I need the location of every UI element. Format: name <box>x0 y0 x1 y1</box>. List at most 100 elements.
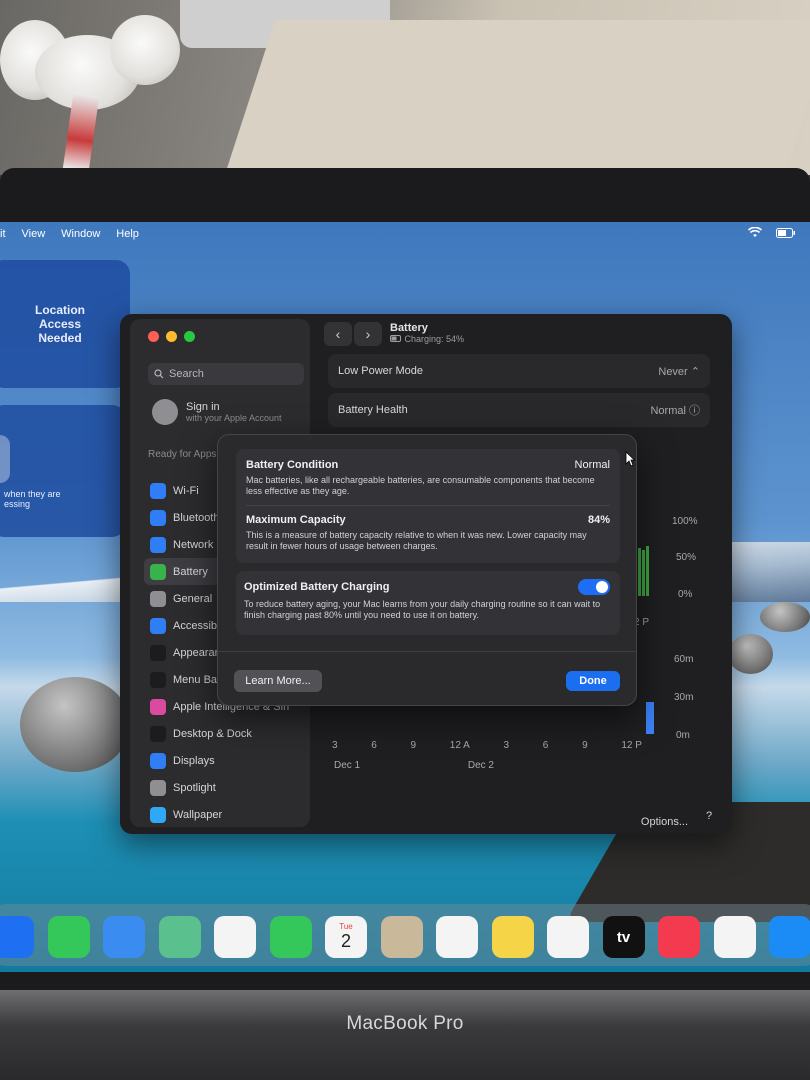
sidebar-item-icon <box>150 752 166 769</box>
widget[interactable]: when they are essing <box>0 405 126 537</box>
sidebar-item-desktop-dock[interactable]: Desktop & Dock <box>144 720 304 747</box>
photos-icon[interactable] <box>214 916 256 958</box>
freeform-icon[interactable] <box>547 916 589 958</box>
facetime-icon[interactable] <box>269 916 312 958</box>
safari-icon[interactable] <box>0 916 34 958</box>
news-icon[interactable] <box>713 916 756 958</box>
usage-y-tick: 60m <box>674 654 694 665</box>
maximum-capacity-title: Maximum Capacity <box>246 514 346 526</box>
wallpaper-rock <box>20 677 130 772</box>
x-tick: 12 P <box>621 740 642 751</box>
battery-condition-title: Battery Condition <box>246 459 339 471</box>
x-tick: 9 <box>410 740 417 751</box>
x-tick: 6 <box>542 740 549 751</box>
sidebar-item-label: Wi-Fi <box>173 484 199 497</box>
battery-health-label: Battery Health <box>338 404 408 416</box>
calendar-icon[interactable]: Tue 2 <box>325 916 367 958</box>
calendar-day: Tue <box>339 922 353 931</box>
battery-health-value: Normal ⓘ <box>650 405 700 417</box>
widget-toggle <box>0 435 10 483</box>
battery-health-row[interactable]: Battery Health Normal ⓘ <box>328 393 710 427</box>
search-icon <box>154 369 164 379</box>
reminders-icon[interactable] <box>436 916 478 958</box>
tv-icon[interactable]: tv <box>602 916 645 958</box>
usage-y-tick: 30m <box>674 692 694 703</box>
done-button[interactable]: Done <box>566 671 620 691</box>
help-button[interactable]: ? <box>700 810 718 828</box>
date-label: Dec 1 <box>334 760 361 771</box>
search-input[interactable]: Search <box>148 363 304 385</box>
back-button[interactable]: ‹ <box>324 322 352 346</box>
zoom-button[interactable] <box>184 331 195 342</box>
sidebar-item-icon <box>150 482 166 499</box>
battery-y-tick: 100% <box>672 516 698 527</box>
sidebar-item-icon <box>150 563 166 580</box>
contacts-icon[interactable] <box>380 916 423 958</box>
screen: it View Window Help Location Access Need… <box>0 222 810 972</box>
sidebar-item-icon <box>150 725 166 742</box>
x-axis-dates: Dec 1 Dec 2 <box>334 760 494 771</box>
battery-info-card: Battery Condition Normal Mac batteries, … <box>236 449 620 563</box>
notes-icon[interactable] <box>491 916 534 958</box>
menu-edit[interactable]: it <box>0 228 6 240</box>
pane-title-text: Battery <box>390 322 428 334</box>
sidebar-item-label: Desktop & Dock <box>173 727 252 740</box>
sidebar-item-label: General <box>173 592 213 605</box>
usage-y-tick: 0m <box>676 730 690 741</box>
wallpaper-rock <box>760 602 810 632</box>
sidebar-item-label: Displays <box>173 754 215 767</box>
learn-more-button[interactable]: Learn More... <box>234 670 322 692</box>
sidebar-item-displays[interactable]: Displays <box>144 747 304 774</box>
cup <box>110 15 180 85</box>
account-row[interactable]: Sign in with your Apple Account <box>152 399 282 425</box>
low-power-mode-row[interactable]: Low Power Mode Never ⌃ <box>328 354 710 388</box>
battery-condition-section: Battery Condition Normal Mac batteries, … <box>236 449 620 497</box>
options-button[interactable]: Options... <box>641 816 688 828</box>
music-icon[interactable] <box>658 916 700 958</box>
battery-condition-desc: Mac batteries, like all rechargeable bat… <box>246 475 595 496</box>
sidebar-item-label: Spotlight <box>173 781 216 794</box>
x-tick: 3 <box>332 740 338 751</box>
optimized-charging-title: Optimized Battery Charging <box>244 581 390 593</box>
sidebar-item-label: Battery <box>173 565 208 578</box>
menu-window[interactable]: Window <box>61 228 100 240</box>
messages-icon[interactable] <box>47 916 90 958</box>
avatar <box>152 399 178 425</box>
wifi-icon[interactable] <box>748 227 762 238</box>
menu-help[interactable]: Help <box>116 228 139 240</box>
x-tick: 6 <box>371 740 377 751</box>
sidebar-item-icon <box>150 779 166 796</box>
sidebar-item-wallpaper[interactable]: Wallpaper <box>144 801 304 828</box>
x-tick: 12 A <box>449 740 470 751</box>
widget-text: when they are essing <box>4 489 61 509</box>
optimized-charging-toggle[interactable] <box>578 579 610 595</box>
sidebar-item-icon <box>150 806 166 823</box>
maximum-capacity-value: 84% <box>587 514 610 526</box>
divider <box>218 651 636 652</box>
mail-icon[interactable] <box>103 916 145 958</box>
appstore-icon[interactable] <box>769 916 810 958</box>
minimize-button[interactable] <box>166 331 177 342</box>
battery-level-bar <box>638 548 641 596</box>
menu-bar: it View Window Help <box>0 222 810 246</box>
sidebar-item-icon <box>150 698 166 715</box>
sidebar-item-icon <box>150 617 166 634</box>
close-button[interactable] <box>148 331 159 342</box>
battery-icon[interactable] <box>776 227 796 238</box>
location-widget[interactable]: Location Access Needed <box>0 260 130 388</box>
sidebar-item-spotlight[interactable]: Spotlight <box>144 774 304 801</box>
pane-title: Battery Charging: 54% <box>390 322 464 344</box>
low-power-mode-select[interactable]: Never ⌃ <box>658 365 700 378</box>
maps-icon[interactable] <box>158 916 201 958</box>
low-power-mode-label: Low Power Mode <box>338 365 423 377</box>
sidebar-item-icon <box>150 671 166 688</box>
usage-bar <box>646 702 654 734</box>
forward-button[interactable]: › <box>354 322 382 346</box>
tv-label: tv <box>616 928 631 946</box>
date-label: Dec 2 <box>467 760 494 771</box>
laptop-base <box>0 990 810 1080</box>
menu-view[interactable]: View <box>22 228 46 240</box>
location-widget-text: Location Access Needed <box>35 303 85 345</box>
sidebar-item-icon <box>150 536 166 553</box>
wallpaper-rock <box>728 634 773 674</box>
